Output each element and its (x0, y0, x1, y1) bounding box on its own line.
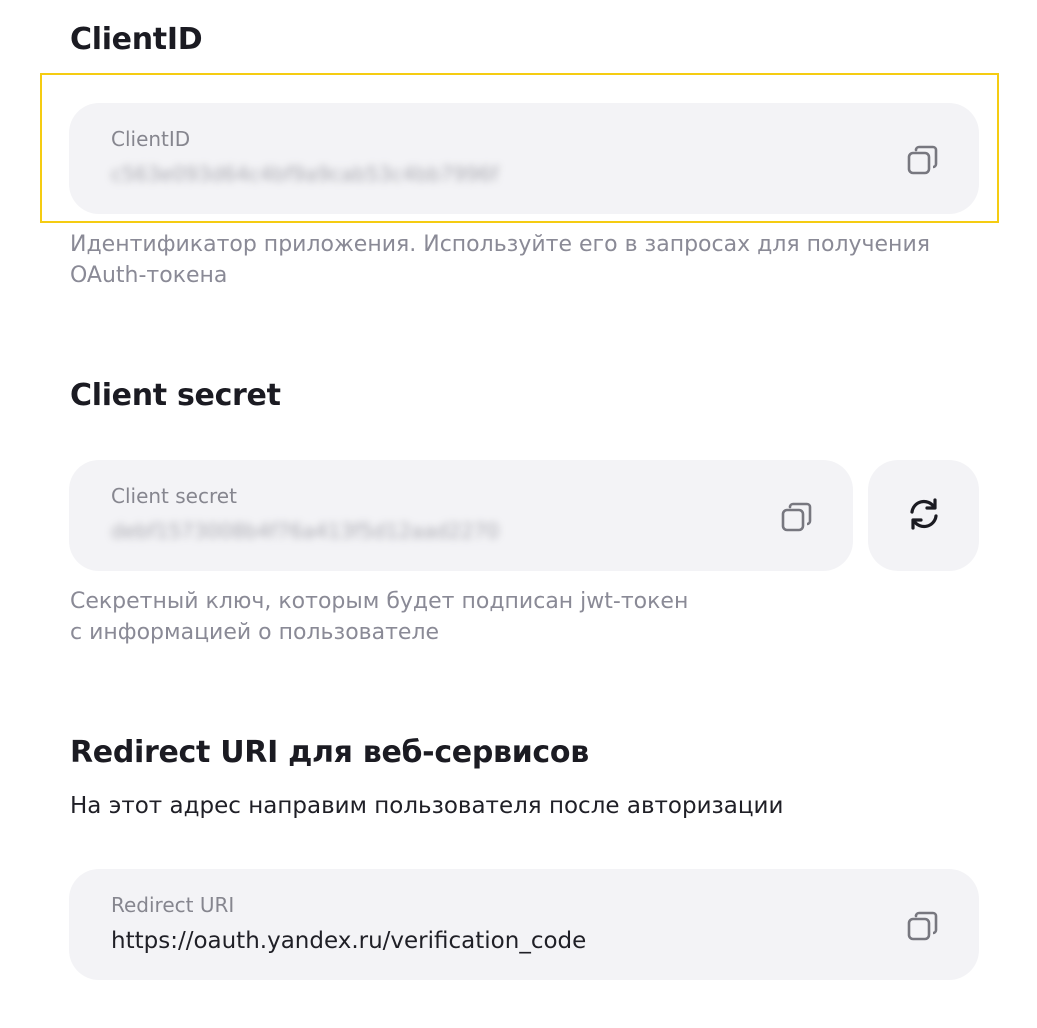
client-secret-heading: Client secret (70, 378, 281, 413)
client-secret-description-line1: Секретный ключ, которым будет подписан j… (70, 589, 689, 614)
client-id-field[interactable]: ClientID c563e093d64c4bf9a9cab53c4bb7996… (69, 103, 979, 214)
refresh-secret-button[interactable] (868, 460, 979, 571)
client-id-description-line2: OAuth-токена (70, 263, 228, 288)
client-id-description-line1: Идентификатор приложения. Используйте ег… (70, 232, 930, 257)
redirect-uri-field-label: Redirect URI (111, 893, 235, 917)
redirect-uri-subtitle: На этот адрес направим пользователя посл… (70, 793, 784, 819)
redirect-uri-field[interactable]: Redirect URI https://oauth.yandex.ru/ver… (69, 869, 979, 980)
refresh-icon (907, 497, 941, 535)
redirect-uri-heading: Redirect URI для веб-сервисов (70, 735, 589, 770)
client-secret-field[interactable]: Client secret debf1573008b4f76a413f5d12a… (69, 460, 853, 571)
copy-icon[interactable] (777, 497, 817, 537)
client-id-value[interactable]: c563e093d64c4bf9a9cab53c4bb7996f (111, 162, 498, 186)
copy-icon[interactable] (903, 140, 943, 180)
client-id-heading: ClientID (70, 22, 203, 57)
client-secret-description: Секретный ключ, которым будет подписан j… (70, 586, 688, 648)
client-secret-description-line2: с информацией о пользователе (70, 620, 440, 645)
client-id-field-label: ClientID (111, 127, 191, 151)
client-secret-value[interactable]: debf1573008b4f76a413f5d12aad2270 (111, 519, 499, 543)
copy-icon[interactable] (903, 906, 943, 946)
redirect-uri-value[interactable]: https://oauth.yandex.ru/verification_cod… (111, 928, 586, 954)
client-id-description: Идентификатор приложения. Используйте ег… (70, 229, 930, 291)
client-secret-field-label: Client secret (111, 484, 237, 508)
